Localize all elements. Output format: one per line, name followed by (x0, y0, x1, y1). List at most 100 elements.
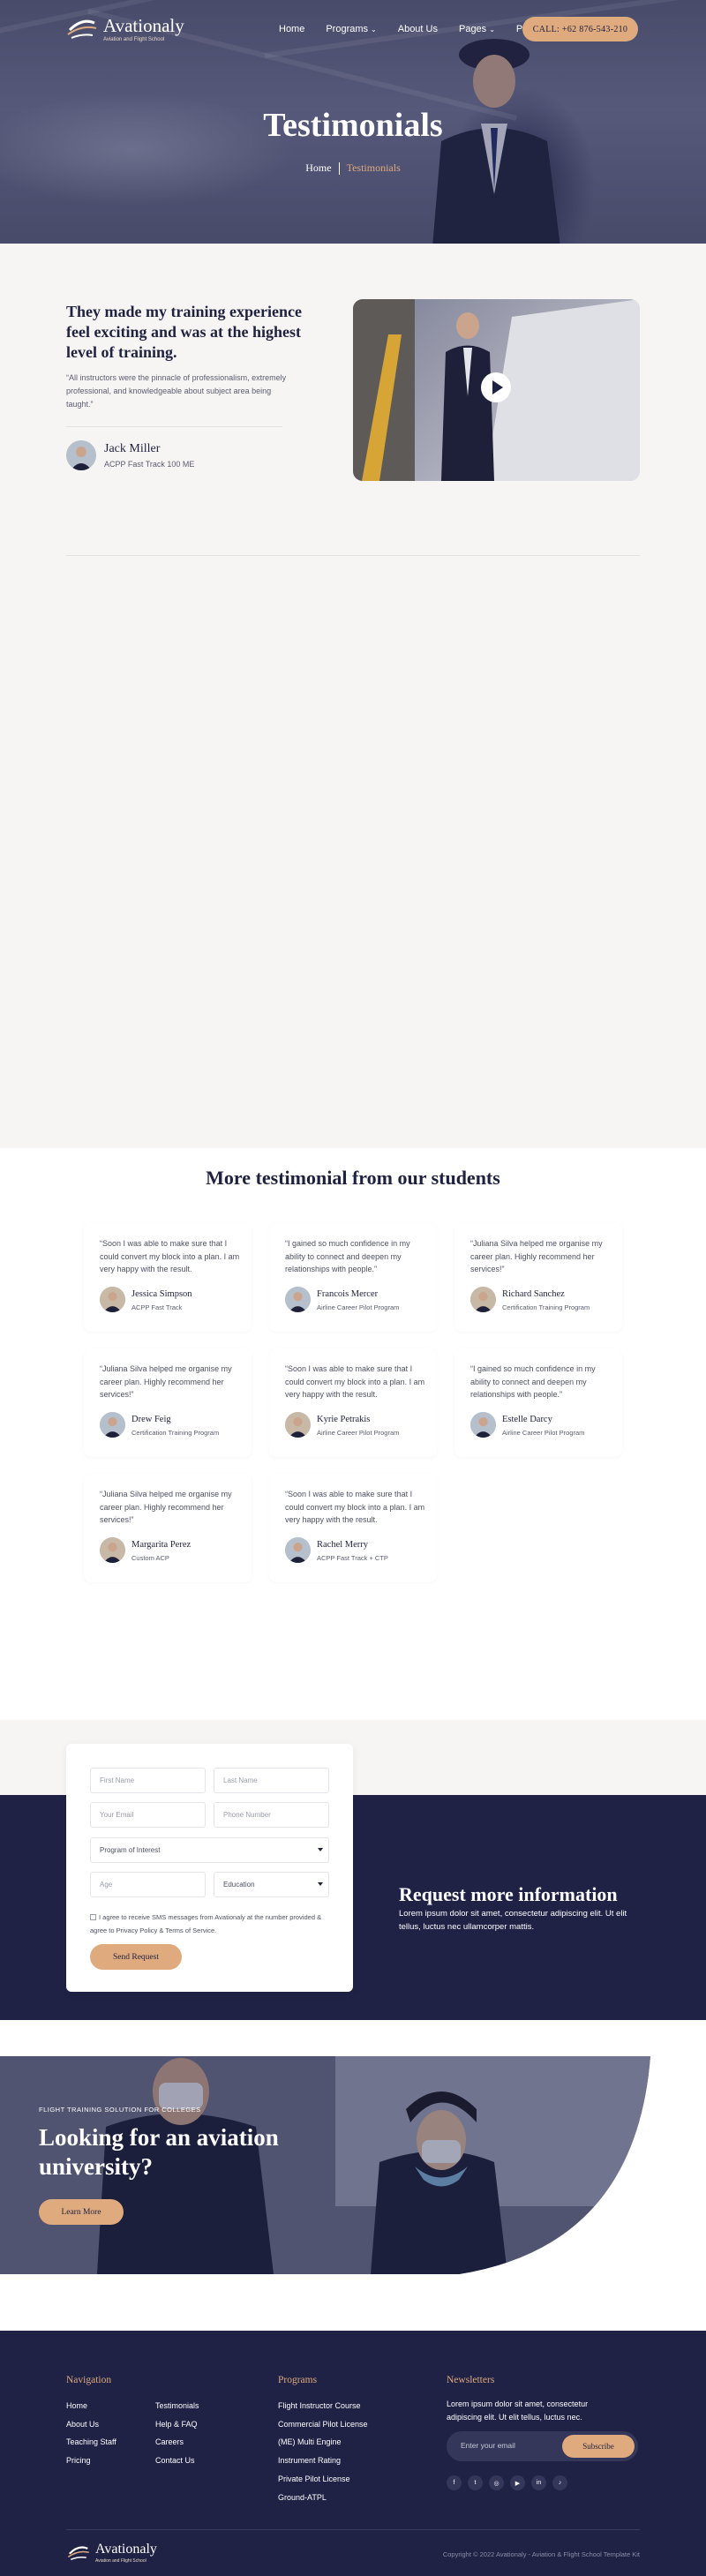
tiktok-icon[interactable]: ♪ (552, 2475, 567, 2490)
brand-name: Avationaly (103, 14, 184, 36)
avatar (285, 1537, 311, 1563)
youtube-icon[interactable]: ▶ (510, 2475, 525, 2490)
twitter-icon[interactable]: t (468, 2475, 483, 2490)
card-name: Rachel Merry (317, 1540, 369, 1550)
consent-row: I agree to receive SMS messages from Ava… (90, 1911, 337, 1937)
nav-about-us[interactable]: About Us (398, 24, 438, 34)
footer-nav-link[interactable]: About Us (66, 2420, 99, 2429)
card-quote: “Juliana Silva helped me organise my car… (100, 1490, 232, 1524)
brand-tagline: Aviation and Flight School (103, 36, 165, 42)
card-name: Jessica Simpson (131, 1289, 192, 1299)
footer-nav-link[interactable]: Help & FAQ (155, 2420, 198, 2429)
brand-logo[interactable]: Avationaly Aviation and Flight School (66, 16, 184, 42)
call-button[interactable]: CALL: +62 876-543-210 (522, 17, 638, 41)
send-request-button[interactable]: Send Request (90, 1944, 182, 1970)
hero-banner: Avationaly Aviation and Flight School Ho… (0, 0, 706, 244)
avatar (470, 1287, 496, 1312)
avatar (285, 1412, 311, 1438)
top-nav: Avationaly Aviation and Flight School Ho… (0, 0, 706, 58)
request-info-section: First Name Last Name Your Email Phone Nu… (0, 1720, 706, 2056)
avatar (100, 1537, 125, 1563)
footer-nav-heading: Navigation (66, 2375, 112, 2385)
footer-nav-link[interactable]: Contact Us (155, 2456, 195, 2465)
copyright: Copyright © 2022 Avationaly - Aviation &… (442, 2550, 640, 2558)
last-name-field[interactable]: Last Name (214, 1768, 329, 1793)
footer-program-link[interactable]: Instrument Rating (278, 2456, 341, 2465)
request-text: Lorem ipsum dolor sit amet, consectetur … (399, 1909, 627, 1919)
newsletter-email-input[interactable]: Enter your email (461, 2441, 515, 2450)
nav-home[interactable]: Home (279, 24, 304, 34)
brand-tagline: Aviation and Flight School (95, 2558, 146, 2564)
facebook-icon[interactable]: f (447, 2475, 462, 2490)
main-menu: Home Programs⌄ About Us Pages⌄ Pricing (279, 24, 546, 34)
footer-logo[interactable]: Avationaly Aviation and Flight School (66, 2542, 157, 2564)
chevron-down-icon: ⌄ (371, 25, 377, 34)
newsletter-text: Lorem ipsum dolor sit amet, consectetur … (447, 2400, 589, 2422)
more-testimonials: More testimonial from our students “Soon… (0, 815, 706, 1720)
card-quote: “Juliana Silva helped me organise my car… (470, 1239, 603, 1273)
newsletter-form: Enter your email Subscribe (447, 2431, 638, 2461)
brand-name: Avationaly (95, 2542, 157, 2557)
request-form: First Name Last Name Your Email Phone Nu… (66, 1744, 353, 1992)
education-select[interactable]: Education (214, 1872, 329, 1897)
dropdown-arrow-icon (318, 1848, 323, 1851)
card-role: Certification Training Program (502, 1303, 590, 1311)
card-role: ACPP Fast Track (131, 1303, 183, 1311)
avatar (100, 1287, 125, 1312)
author-role: ACPP Fast Track 100 ME (104, 460, 195, 469)
learn-more-button[interactable]: Learn More (39, 2199, 124, 2225)
card-name: Richard Sanchez (502, 1289, 565, 1299)
cta-eyebrow: FLIGHT TRAINING SOLUTION FOR COLLEGES (39, 2106, 201, 2114)
footer-nav-link[interactable]: Home (66, 2401, 87, 2410)
footer-nav-link[interactable]: Pricing (66, 2456, 91, 2465)
card-role: Certification Training Program (131, 1429, 220, 1437)
breadcrumb-home[interactable]: Home (305, 161, 331, 174)
card-role: Airline Career Pilot Program (317, 1429, 400, 1437)
phone-field[interactable]: Phone Number (214, 1802, 329, 1828)
testimonial-card: “Soon I was able to make sure that I cou… (84, 1223, 252, 1332)
footer-nav-link[interactable]: Careers (155, 2437, 184, 2446)
nav-programs[interactable]: Programs ⌄ (326, 24, 376, 34)
footer-program-link[interactable]: (ME) Multi Engine (278, 2437, 342, 2446)
consent-checkbox[interactable] (90, 1914, 96, 1920)
footer-program-link[interactable]: Ground-ATPL (278, 2493, 327, 2502)
subscribe-button[interactable]: Subscribe (562, 2435, 635, 2458)
footer-program-link[interactable]: Commercial Pilot License (278, 2420, 368, 2429)
instagram-icon[interactable]: ◎ (489, 2475, 504, 2490)
testimonial-video[interactable] (353, 299, 640, 481)
site-footer: Navigation Home About Us Teaching Staff Pri… (0, 2331, 706, 2576)
nav-pages[interactable]: Pages ⌄ (459, 24, 495, 34)
card-quote: “Soon I was able to make sure that I cou… (285, 1364, 425, 1399)
testimonial-card: “I gained so much confidence in my abili… (269, 1223, 437, 1332)
breadcrumb: Home Testimonials (0, 161, 706, 176)
testimonial-card: “Soon I was able to make sure that I cou… (269, 1348, 437, 1457)
card-name: Drew Feig (131, 1415, 171, 1424)
dropdown-arrow-icon (318, 1882, 323, 1886)
footer-nav-link[interactable]: Teaching Staff (66, 2437, 116, 2446)
card-name: Francois Mercer (317, 1289, 379, 1299)
cta-title: Looking for an aviation university? (39, 2124, 279, 2180)
consent-label: I agree to receive SMS messages from Ava… (90, 1913, 322, 1934)
linkedin-icon[interactable]: in (531, 2475, 546, 2490)
testimonial-card: “Juliana Silva helped me organise my car… (454, 1223, 622, 1332)
email-field[interactable]: Your Email (90, 1802, 206, 1828)
footer-program-link[interactable]: Flight Instructor Course (278, 2401, 361, 2410)
testimonial-card: “Juliana Silva helped me organise my car… (84, 1348, 252, 1457)
page-title: Testimonials (263, 107, 443, 144)
program-select[interactable]: Program of Interest (90, 1837, 329, 1863)
footer-program-link[interactable]: Private Pilot License (278, 2475, 350, 2483)
breadcrumb-current: Testimonials (346, 161, 401, 174)
featured-quote: “All instructors were the pinnacle of pr… (66, 373, 287, 409)
testimonial-card: “Soon I was able to make sure that I cou… (269, 1474, 437, 1582)
card-quote: “Soon I was able to make sure that I cou… (285, 1490, 425, 1524)
avatar (285, 1287, 311, 1312)
card-quote: “I gained so much confidence in my abili… (470, 1364, 596, 1399)
logo-icon (67, 19, 97, 39)
featured-heading: They made my training experience feel ex… (66, 303, 302, 361)
age-field[interactable]: Age (90, 1872, 206, 1897)
play-icon[interactable] (481, 372, 511, 402)
avatar (470, 1412, 496, 1438)
footer-newsletter-heading: Newsletters (447, 2375, 495, 2385)
first-name-field[interactable]: First Name (90, 1768, 206, 1793)
footer-nav-link[interactable]: Testimonials (155, 2401, 199, 2410)
